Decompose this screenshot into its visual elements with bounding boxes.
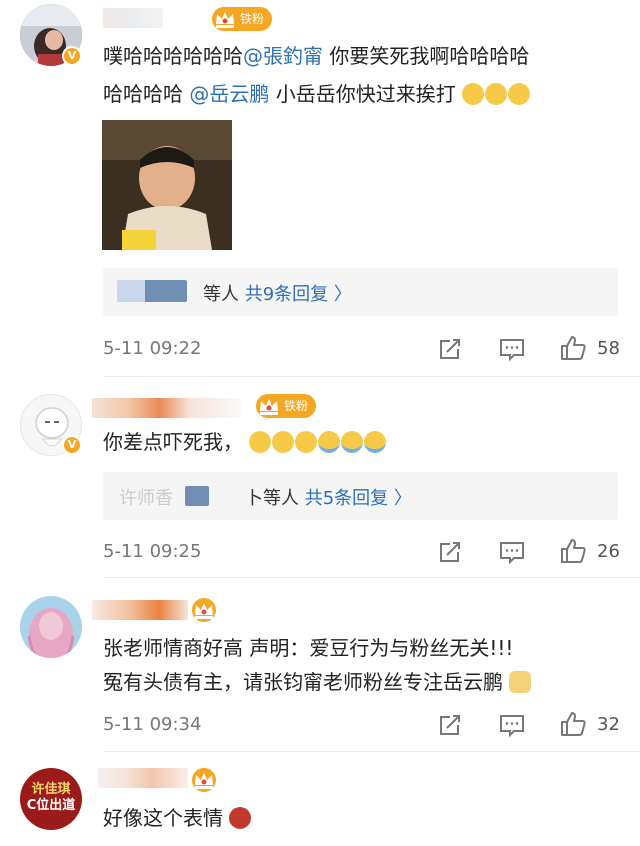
comment-item: V 铁粉 你差点吓死我， 许师香 卜等人 共5条回复 〉 5-11 09:25 …: [0, 378, 640, 578]
crying-emoji-icon: [341, 431, 364, 453]
fist-bump-emoji-icon: [509, 671, 532, 693]
avatar[interactable]: [20, 596, 82, 658]
crying-emoji-icon: [364, 431, 387, 453]
username[interactable]: [103, 8, 163, 28]
comment-text-line2: 哈哈哈哈 @岳云鹏 小岳岳你快过来挨打: [103, 78, 531, 110]
reply-preview[interactable]: 等人 共9条回复 〉: [103, 268, 618, 316]
username[interactable]: [92, 600, 188, 620]
timestamp: 5-11 09:34: [103, 714, 202, 735]
laugh-cry-emoji-icon: [485, 83, 508, 105]
crown-fan-icon: [260, 399, 278, 415]
mention-link[interactable]: @岳云鹏: [189, 82, 269, 106]
comment-icon[interactable]: [498, 335, 526, 363]
timestamp: 5-11 09:25: [103, 541, 202, 562]
avatar-text: 许佳琪 C位出道: [26, 782, 76, 813]
reply-username: [117, 280, 187, 302]
thumbs-up-icon[interactable]: [559, 537, 587, 565]
divider: [103, 751, 640, 752]
reply-preview[interactable]: 许师香 卜等人 共5条回复 〉: [103, 472, 618, 520]
share-icon[interactable]: [436, 538, 464, 566]
sad-face-emoji-icon: [272, 431, 295, 453]
crown-fan-icon: [192, 768, 216, 792]
comment-text: 你差点吓死我，: [103, 426, 387, 458]
verified-badge-icon: V: [62, 435, 82, 455]
username[interactable]: [92, 398, 242, 418]
like-count: 26: [597, 541, 620, 562]
sad-face-emoji-icon: [249, 431, 272, 453]
comment-icon[interactable]: [498, 711, 526, 739]
thumbs-up-icon[interactable]: [559, 334, 587, 362]
crown-fan-icon: [216, 12, 234, 28]
devil-emoji-icon: [229, 807, 252, 829]
comment-icon[interactable]: [498, 538, 526, 566]
divider: [103, 376, 640, 377]
comment-image[interactable]: [102, 120, 232, 250]
comment-text: 张老师情商好高 声明：爱豆行为与粉丝无关!!!: [103, 636, 514, 660]
comment-text-line2: 冤有头债有主，请张钧甯老师粉丝专注岳云鹏: [103, 666, 532, 698]
crown-fan-icon: [192, 598, 216, 622]
avatar[interactable]: 许佳琪 C位出道: [20, 768, 82, 830]
like-count: 32: [597, 714, 620, 735]
laugh-cry-emoji-icon: [508, 83, 531, 105]
share-icon[interactable]: [436, 711, 464, 739]
reply-count-link[interactable]: 共9条回复 〉: [245, 284, 352, 305]
like-count: 58: [597, 338, 620, 359]
verified-badge-icon: V: [62, 46, 82, 66]
username[interactable]: [98, 768, 188, 788]
reply-username-blur: [185, 486, 209, 506]
share-icon[interactable]: [436, 335, 464, 363]
mention-link[interactable]: @張釣甯: [243, 44, 323, 68]
laugh-cry-emoji-icon: [462, 83, 485, 105]
comment-text: 噗哈哈哈哈哈哈@張釣甯 你要笑死我啊哈哈哈哈: [103, 44, 530, 68]
comment-item: 张老师情商好高 声明：爱豆行为与粉丝无关!!! 冤有头债有主，请张钧甯老师粉丝专…: [0, 578, 640, 754]
reply-username: 许师香: [119, 488, 173, 509]
comment-text: 好像这个表情: [103, 802, 252, 834]
comment-item: 许佳琪 C位出道 好像这个表情: [0, 754, 640, 846]
sad-face-emoji-icon: [295, 431, 318, 453]
crying-emoji-icon: [318, 431, 341, 453]
timestamp: 5-11 09:22: [103, 338, 202, 359]
reply-count-link[interactable]: 共5条回复 〉: [305, 488, 412, 509]
avatar-image: [20, 596, 82, 658]
thumbs-up-icon[interactable]: [559, 710, 587, 738]
comment-item: V 铁粉 噗哈哈哈哈哈哈@張釣甯 你要笑死我啊哈哈哈哈 哈哈哈哈 @岳云鹏 小岳…: [0, 0, 640, 378]
